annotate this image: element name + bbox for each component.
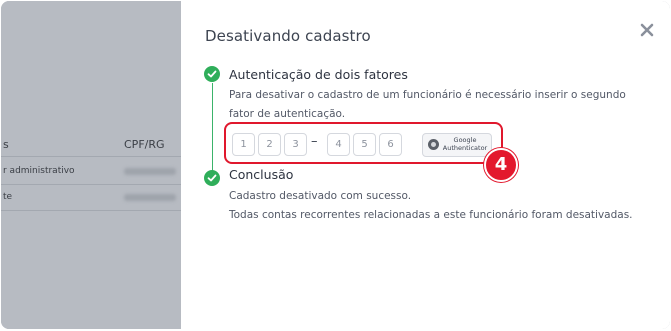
table-cell-role: r administrativo	[3, 166, 75, 176]
authenticator-icon	[428, 139, 439, 150]
step-title-two-factor: Autenticação de dois fatores	[229, 67, 408, 82]
table-cell-role: te	[3, 192, 13, 202]
otp-digit-input[interactable]: 3	[284, 133, 307, 156]
otp-digit-input[interactable]: 4	[327, 133, 350, 156]
background-page: s CPF/RG r administrativo te	[1, 1, 181, 329]
authenticator-label-line2: Authenticator	[442, 144, 488, 152]
otp-separator: –	[311, 134, 318, 149]
check-circle-icon	[204, 66, 220, 82]
google-authenticator-button[interactable]: Google Authenticator	[422, 133, 492, 157]
table-row: r administrativo	[1, 158, 181, 185]
table-cell-blurred	[124, 194, 176, 201]
step-connector	[212, 83, 213, 171]
screen: s CPF/RG r administrativo te Desativando…	[1, 1, 670, 329]
table-header-cell: CPF/RG	[124, 138, 165, 151]
background-table-header: s CPF/RG	[1, 134, 181, 157]
table-row: te	[1, 184, 181, 211]
authenticator-label-line1: Google	[453, 136, 477, 144]
otp-input-group: 1 2 3 – 4 5 6 Google Authenticator	[224, 122, 503, 164]
authenticator-label: Google Authenticator	[441, 136, 489, 152]
otp-digit-input[interactable]: 1	[232, 133, 255, 156]
table-header-cell: s	[3, 138, 9, 151]
otp-digit-input[interactable]: 2	[258, 133, 281, 156]
step-description: Para desativar o cadastro de um funcioná…	[229, 89, 626, 120]
step-title-conclusion: Conclusão	[229, 167, 294, 182]
annotation-badge: 4	[484, 148, 518, 182]
close-icon[interactable]	[638, 21, 656, 39]
deactivate-modal: Desativando cadastro Autenticação de doi…	[181, 1, 670, 329]
table-cell-blurred	[124, 168, 176, 175]
otp-digit-input[interactable]: 6	[379, 133, 402, 156]
conclusion-line: Todas contas recorrentes relacionadas a …	[229, 209, 633, 221]
conclusion-line: Cadastro desativado com sucesso.	[229, 190, 412, 202]
modal-title: Desativando cadastro	[205, 27, 371, 45]
check-circle-icon	[204, 170, 220, 186]
otp-digit-input[interactable]: 5	[353, 133, 376, 156]
